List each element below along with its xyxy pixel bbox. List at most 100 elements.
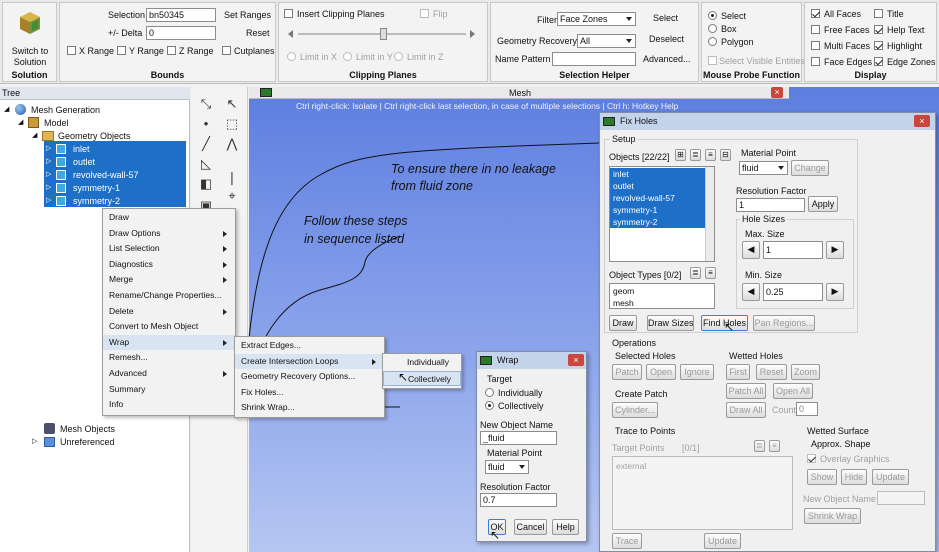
fh-shrink-wrap-button[interactable]: Shrink Wrap	[804, 508, 861, 524]
annotation-leakage-line2: from fluid zone	[391, 179, 473, 193]
menu-item-label: Extract Edges...	[241, 340, 301, 350]
objects-filter-icon[interactable]: ⊞	[675, 149, 686, 161]
object-types-select-all-icon[interactable]: ≣	[690, 267, 701, 279]
fh-ignore-button[interactable]: Ignore	[680, 364, 714, 380]
menu-item-draw-options[interactable]: Draw Options	[103, 226, 235, 242]
fh-cylinder-button[interactable]: Cylinder...	[612, 402, 658, 418]
fh-trace-button[interactable]: Trace	[612, 533, 642, 549]
object-types-item[interactable]: geom	[610, 285, 714, 297]
max-size-increase-icon[interactable]: ▶	[826, 241, 844, 259]
wrap-resolution-label: Resolution Factor	[480, 482, 551, 492]
wetted-surface-label: Wetted Surface	[807, 426, 869, 436]
wrap-cancel-button[interactable]: Cancel	[514, 519, 547, 535]
min-size-decrease-icon[interactable]: ◀	[742, 283, 760, 301]
menu-item-collectively[interactable]: Collectively	[383, 370, 461, 387]
max-size-decrease-icon[interactable]: ◀	[742, 241, 760, 259]
object-types-label: Object Types [0/2]	[609, 270, 682, 280]
fh-resolution-input[interactable]: 1	[736, 198, 805, 212]
fh-material-dropdown[interactable]: fluid	[739, 161, 788, 175]
fh-apply-button[interactable]: Apply	[808, 196, 838, 212]
menu-item-label: Info	[109, 399, 124, 410]
menu-item-individually[interactable]: Individually	[383, 355, 461, 371]
objects-list-item[interactable]: inlet	[610, 168, 714, 180]
max-size-input[interactable]: 1	[763, 241, 823, 259]
objects-scrollbar[interactable]	[705, 167, 714, 261]
fh-patch-all-button[interactable]: Patch All	[726, 383, 766, 399]
fh-draw-all-button[interactable]: Draw All	[726, 402, 766, 418]
wrap-material-dropdown[interactable]: fluid	[485, 460, 529, 474]
menu-item-draw[interactable]: Draw	[103, 210, 235, 226]
menu-item-rename[interactable]: Rename/Change Properties...	[103, 288, 235, 304]
menu-item-create-intersection-loops[interactable]: Create Intersection Loops	[235, 353, 384, 370]
menu-item-geometry-recovery-options[interactable]: Geometry Recovery Options...	[235, 369, 384, 385]
target-points-listbox[interactable]: external	[612, 456, 793, 530]
object-types-listbox[interactable]: geom mesh	[609, 283, 715, 309]
objects-invert-icon[interactable]: ⊟	[720, 149, 731, 161]
menu-item-diagnostics[interactable]: Diagnostics	[103, 257, 235, 273]
wrap-resolution-input[interactable]: 0.7	[480, 493, 557, 507]
fh-open-button[interactable]: Open	[646, 364, 676, 380]
wrap-dialog-close-icon[interactable]: ×	[568, 354, 584, 366]
fh-patch-button[interactable]: Patch	[612, 364, 642, 380]
menu-item-advanced[interactable]: Advanced	[103, 366, 235, 382]
menu-item-remesh[interactable]: Remesh...	[103, 350, 235, 366]
target-points-item[interactable]: external	[613, 460, 792, 472]
menu-item-shrink-wrap[interactable]: Shrink Wrap...	[235, 400, 384, 416]
fh-draw-button[interactable]: Draw	[609, 315, 637, 331]
fh-zoom-button[interactable]: Zoom	[791, 364, 820, 380]
menu-item-fix-holes[interactable]: Fix Holes...	[235, 385, 384, 401]
new-object-name-label: New Object Name	[480, 420, 554, 430]
context-menu: Draw Draw Options List Selection Diagnos…	[102, 208, 236, 416]
menu-item-label: Delete	[109, 305, 134, 316]
menu-item-label: Individually	[407, 357, 450, 367]
menu-item-extract-edges[interactable]: Extract Edges...	[235, 338, 384, 354]
trace-to-points-label: Trace to Points	[615, 426, 676, 436]
target-points-label: Target Points	[612, 443, 665, 453]
objects-list-item[interactable]: symmetry-2	[610, 216, 714, 228]
objects-select-all-icon[interactable]: ≣	[690, 149, 701, 161]
submenu-arrow-icon	[223, 261, 227, 268]
wrap-collectively-radio[interactable]	[485, 401, 494, 410]
count-input[interactable]: 0	[796, 402, 818, 416]
overlay-graphics-checkbox[interactable]	[807, 454, 816, 463]
wrap-collectively-label: Collectively	[498, 401, 544, 411]
new-object-name-input[interactable]: _fluid	[480, 431, 557, 445]
menu-item-convert[interactable]: Convert to Mesh Object	[103, 319, 235, 335]
object-types-deselect-icon[interactable]: ≡	[705, 267, 716, 279]
fh-update-button[interactable]: Update	[704, 533, 741, 549]
min-size-increase-icon[interactable]: ▶	[826, 283, 844, 301]
fh-update2-button[interactable]: Update	[872, 469, 909, 485]
selected-holes-label: Selected Holes	[615, 351, 676, 361]
fh-reset-button[interactable]: Reset	[756, 364, 787, 380]
fh-draw-sizes-button[interactable]: Draw Sizes	[647, 315, 694, 331]
menu-item-label: Create Intersection Loops	[241, 355, 339, 366]
target-select-all-icon[interactable]: ≣	[754, 440, 765, 452]
fh-pan-regions-button[interactable]: Pan Regions...	[753, 315, 815, 331]
menu-item-delete[interactable]: Delete	[103, 304, 235, 320]
objects-list-item[interactable]: outlet	[610, 180, 714, 192]
fix-holes-close-icon[interactable]: ×	[914, 115, 930, 127]
wrap-help-button[interactable]: Help	[552, 519, 579, 535]
menu-item-info[interactable]: Info	[103, 397, 235, 413]
min-size-input[interactable]: 0.25	[763, 283, 823, 301]
fh-hide-button[interactable]: Hide	[841, 469, 867, 485]
count-label: Count	[772, 405, 797, 415]
fh-new-object-name-input[interactable]	[877, 491, 925, 505]
wrap-individually-radio[interactable]	[485, 388, 494, 397]
menu-item-label: Wrap	[109, 336, 130, 347]
menu-item-merge[interactable]: Merge	[103, 272, 235, 288]
objects-list-item[interactable]: revolved-wall-57	[610, 192, 714, 204]
object-types-item[interactable]: mesh	[610, 297, 714, 308]
fh-change-button[interactable]: Change	[791, 160, 829, 176]
objects-deselect-icon[interactable]: ≡	[705, 149, 716, 161]
target-deselect-icon[interactable]: ≡	[769, 440, 780, 452]
fh-first-button[interactable]: First	[726, 364, 750, 380]
menu-item-summary[interactable]: Summary	[103, 382, 235, 398]
fh-open-all-button[interactable]: Open All	[773, 383, 813, 399]
fix-holes-dialog: Fix Holes × Setup Objects [22/22] ⊞ ≣ ≡ …	[599, 112, 936, 552]
menu-item-list-selection[interactable]: List Selection	[103, 241, 235, 257]
objects-list-item[interactable]: symmetry-1	[610, 204, 714, 216]
objects-listbox[interactable]: inlet outlet revolved-wall-57 symmetry-1…	[609, 166, 715, 262]
fh-show-button[interactable]: Show	[807, 469, 837, 485]
menu-item-wrap[interactable]: Wrap	[103, 334, 235, 351]
